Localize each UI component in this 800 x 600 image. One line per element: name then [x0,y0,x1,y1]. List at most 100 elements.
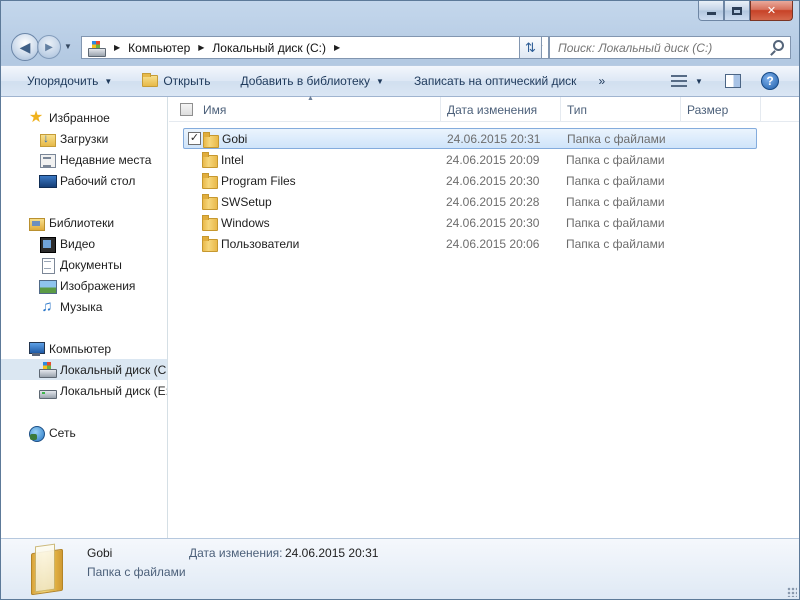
sidebar-item-label: Локальный диск (E: [60,383,167,398]
breadcrumb-separator-icon[interactable]: ▶ [114,43,120,52]
breadcrumb-separator-icon[interactable]: ▶ [198,43,204,52]
sidebar-item-recent-places[interactable]: Недавние места [1,149,167,170]
file-date: 24.06.2015 20:30 [446,215,540,230]
library-icon [28,215,45,231]
search-icon[interactable] [773,40,784,51]
music-icon: ♫ [41,298,53,315]
file-date: 24.06.2015 20:31 [447,131,541,146]
file-name: Пользователи [221,236,300,251]
close-icon: ✕ [766,5,777,17]
view-options-button[interactable]: ▼ [695,77,703,86]
help-icon: ? [761,72,779,90]
table-row[interactable]: Intel 24.06.2015 20:09 Папка с файлами [183,149,757,170]
sidebar-item-label: Видео [60,236,96,251]
windows-drive-icon [39,361,57,378]
more-commands-button[interactable]: » [598,74,605,88]
drive-icon [39,383,57,399]
folder-icon [202,194,218,210]
address-bar[interactable]: ▶ Компьютер ▶ Локальный диск (C:) ▶ ▼ [81,36,549,59]
file-name: Windows [221,215,270,230]
chevron-down-icon: ▼ [695,76,703,86]
file-name: Gobi [222,131,248,146]
table-row[interactable]: Пользователи 24.06.2015 20:06 Папка с фа… [183,233,757,254]
minimize-button[interactable] [698,1,724,21]
help-button[interactable]: ? [761,72,779,90]
add-to-library-button[interactable]: Добавить в библиотеку ▼ [240,74,383,88]
sidebar-item-network[interactable]: Сеть [1,422,167,443]
details-name: Gobi [87,546,113,560]
video-icon [39,236,56,253]
file-list[interactable]: ▲ Имя Дата изменения Тип Размер ✓ Gobi 2… [169,95,799,538]
table-row[interactable]: Windows 24.06.2015 20:30 Папка с файлами [183,212,757,233]
breadcrumb-computer[interactable]: Компьютер [128,41,190,55]
sidebar-item-documents[interactable]: Документы [1,254,167,275]
sidebar-item-music[interactable]: ♫ Музыка [1,296,167,317]
sidebar-item-video[interactable]: Видео [1,233,167,254]
file-date: 24.06.2015 20:06 [446,236,540,251]
sidebar-item-libraries[interactable]: Библиотеки [1,212,167,233]
folder-icon [31,545,61,591]
sidebar-item-computer[interactable]: Компьютер [1,338,167,359]
sidebar-item-label: Библиотеки [49,215,115,230]
folder-icon [202,152,218,168]
organize-button[interactable]: Упорядочить ▼ [27,74,112,88]
folder-icon [202,236,218,252]
sidebar-item-label: Загрузки [60,131,109,146]
preview-pane-button[interactable] [725,74,741,88]
sidebar-item-downloads[interactable]: Загрузки [1,128,167,149]
explorer-window: ✕ ◀ ▶ ▼ ▶ Компьютер ▶ Локальный диск (C:… [0,0,800,600]
column-header-name[interactable]: Имя [197,97,441,122]
search-box[interactable] [549,36,791,59]
breadcrumb-separator-icon[interactable]: ▶ [334,43,340,52]
sidebar-item-label: Музыка [60,299,103,314]
refresh-button[interactable]: ⇅ [519,36,542,59]
maximize-icon [732,6,742,15]
open-button[interactable]: Открыть [142,73,210,88]
file-type: Папка с файлами [566,152,665,167]
forward-button[interactable]: ▶ [37,35,61,59]
column-label: Размер [687,102,729,117]
details-date-label: Дата изменения: [189,546,283,560]
file-type: Папка с файлами [566,215,665,230]
sidebar-item-label: Локальный диск (C [60,362,167,377]
select-all-checkbox[interactable] [180,103,193,116]
column-header-type[interactable]: Тип [561,97,681,122]
chevron-down-icon: ▼ [376,76,384,86]
close-button[interactable]: ✕ [750,1,793,21]
sidebar-item-pictures[interactable]: Изображения [1,275,167,296]
row-checkbox[interactable]: ✓ [188,132,201,145]
back-button[interactable]: ◀ [11,33,39,61]
sidebar-item-label: Компьютер [49,341,112,356]
folder-icon [203,132,219,148]
recent-pages-button[interactable]: ▼ [64,42,72,51]
more-icon: » [598,74,606,88]
breadcrumb-local-disk[interactable]: Локальный диск (C:) [212,41,326,55]
recent-places-icon [39,152,56,168]
maximize-button[interactable] [724,1,750,21]
sidebar-item-local-disk-c[interactable]: Локальный диск (C [1,359,167,380]
navigation-pane[interactable]: ★ Избранное Загрузки Недавние места Рабо… [1,97,168,538]
search-input[interactable] [558,40,768,55]
burn-button[interactable]: Записать на оптический диск [414,74,577,88]
column-label: Дата изменения [447,102,538,117]
sidebar-item-local-disk-e[interactable]: Локальный диск (E: [1,380,167,401]
content-area: ★ Избранное Загрузки Недавние места Рабо… [1,95,799,538]
column-header: ▲ Имя Дата изменения Тип Размер [169,95,799,122]
sidebar-item-desktop[interactable]: Рабочий стол [1,170,167,191]
table-row[interactable]: SWSetup 24.06.2015 20:28 Папка с файлами [183,191,757,212]
change-view-button[interactable] [671,75,687,87]
table-row[interactable]: ✓ Gobi 24.06.2015 20:31 Папка с файлами [183,128,757,149]
computer-icon [28,341,45,357]
table-row[interactable]: Program Files 24.06.2015 20:30 Папка с ф… [183,170,757,191]
desktop-icon [39,173,57,189]
sidebar-item-favorites[interactable]: ★ Избранное [1,107,167,128]
add-to-library-label: Добавить в библиотеку [240,74,371,88]
windows-drive-icon [88,40,106,57]
details-pane: Gobi Папка с файлами Дата изменения: 24.… [1,538,799,599]
file-type: Папка с файлами [566,194,665,209]
column-header-size[interactable]: Размер [681,97,761,122]
column-label: Тип [567,102,588,117]
resize-grip[interactable] [787,587,797,597]
file-type: Папка с файлами [566,236,665,251]
column-header-date[interactable]: Дата изменения [441,97,561,122]
